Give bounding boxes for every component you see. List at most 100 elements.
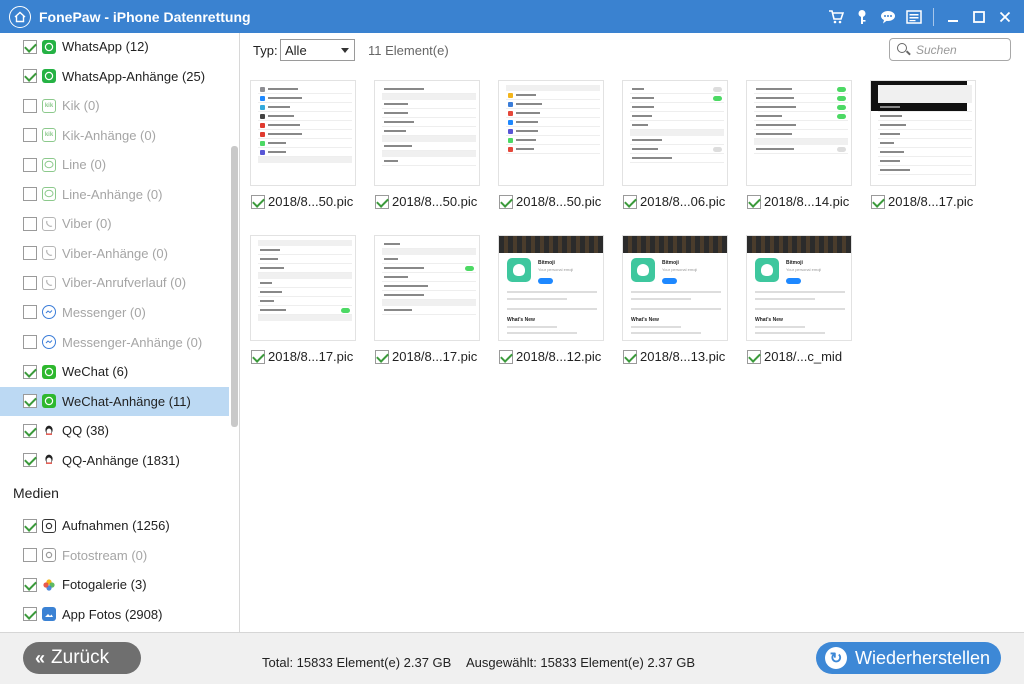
type-select-value: Alle [285, 43, 307, 58]
item-checkbox[interactable] [23, 305, 37, 320]
file-thumbnail[interactable] [374, 235, 480, 341]
file-tile[interactable]: Bitmoji Your personal emoji What's New 2018… [746, 235, 854, 364]
item-checkbox[interactable] [23, 453, 37, 468]
restore-button[interactable]: ↻ Wiederherstellen [816, 642, 1001, 674]
item-checkbox[interactable] [23, 518, 37, 533]
sidebar-item[interactable]: WeChat-Anhänge (11) [0, 386, 229, 416]
item-checkbox[interactable] [23, 607, 37, 622]
sidebar-item-label: WhatsApp-Anhänge (25) [62, 68, 206, 84]
whatsapp-icon [42, 69, 56, 84]
file-thumbnail[interactable] [374, 80, 480, 186]
file-tile[interactable]: 2018/8...17.pic [374, 235, 482, 364]
sidebar-item[interactable]: Viber-Anhänge (0) [0, 239, 229, 268]
sidebar-item[interactable]: Line (0) [0, 150, 229, 179]
item-checkbox[interactable] [23, 394, 37, 409]
file-thumbnail[interactable]: Bitmoji Your personal emoji What's New [498, 235, 604, 341]
chat-icon[interactable] [875, 10, 901, 24]
sidebar-item[interactable]: kik Kik-Anhänge (0) [0, 121, 229, 150]
file-thumbnail[interactable] [250, 80, 356, 186]
minimize-icon[interactable] [940, 11, 966, 23]
file-thumbnail[interactable]: Bitmoji Your personal emoji What's New [622, 235, 728, 341]
sidebar-item[interactable]: Messenger-Anhänge (0) [0, 328, 229, 357]
file-thumbnail[interactable] [498, 80, 604, 186]
file-checkbox[interactable] [375, 194, 389, 209]
file-thumbnail[interactable] [622, 80, 728, 186]
home-icon[interactable] [9, 5, 31, 28]
file-name: 2018/8...50.pic [392, 194, 478, 209]
file-tile[interactable]: 2018/8...50.pic [498, 80, 606, 209]
file-tile[interactable]: 2018/8...50.pic [374, 80, 482, 209]
sidebar-item[interactable]: Viber (0) [0, 209, 229, 238]
sidebar-item[interactable]: WhatsApp-Anhänge (25) [0, 62, 229, 91]
sidebar-item-label: Viber (0) [62, 216, 112, 232]
item-checkbox[interactable] [23, 246, 37, 261]
file-checkbox[interactable] [499, 194, 513, 209]
file-tile[interactable]: 2018/8...06.pic [622, 80, 730, 209]
sidebar-item[interactable]: Viber-Anrufverlauf (0) [0, 268, 229, 297]
item-checkbox[interactable] [23, 548, 37, 563]
item-checkbox[interactable] [23, 187, 37, 202]
file-tile[interactable]: Bitmoji Your personal emoji What's New 2018… [498, 235, 606, 364]
file-checkbox[interactable] [375, 349, 389, 364]
file-name: 2018/8...17.pic [392, 349, 478, 364]
sidebar-item[interactable]: QQ-Anhänge (1831) [0, 446, 229, 475]
cart-icon[interactable] [823, 9, 849, 24]
file-tile[interactable]: Bitmoji Your personal emoji What's New 2018… [622, 235, 730, 364]
search-icon [897, 43, 907, 53]
file-thumbnail[interactable]: Bitmoji Your personal emoji What's New [746, 235, 852, 341]
file-tile[interactable]: 2018/8...17.pic [250, 235, 358, 364]
sidebar-item[interactable]: Fotogalerie (3) [0, 570, 229, 599]
key-icon[interactable] [849, 9, 875, 25]
file-thumbnail[interactable] [746, 80, 852, 186]
file-tile[interactable]: 2018/8...14.pic [746, 80, 854, 209]
item-checkbox[interactable] [23, 364, 37, 379]
close-icon[interactable] [992, 11, 1018, 23]
sidebar-item[interactable]: WhatsApp (12) [0, 33, 229, 61]
sidebar-item-label: Kik (0) [62, 98, 100, 114]
line-icon [42, 157, 56, 172]
file-checkbox[interactable] [499, 349, 513, 364]
file-checkbox[interactable] [747, 194, 761, 209]
sidebar-item[interactable]: Aufnahmen (1256) [0, 511, 229, 540]
item-checkbox[interactable] [23, 98, 37, 113]
file-checkbox[interactable] [251, 349, 265, 364]
sidebar-item-label: Viber-Anrufverlauf (0) [62, 275, 187, 291]
item-checkbox[interactable] [23, 39, 37, 54]
sidebar-item-label: Line (0) [62, 157, 107, 173]
sidebar-item[interactable]: WeChat (6) [0, 357, 229, 386]
sidebar-item[interactable]: kik Kik (0) [0, 91, 229, 120]
item-checkbox[interactable] [23, 335, 37, 349]
maximize-icon[interactable] [966, 10, 992, 23]
file-caption: 2018/8...14.pic [746, 194, 854, 209]
sidebar-item[interactable]: QQ (38) [0, 416, 229, 445]
item-checkbox[interactable] [23, 275, 37, 290]
file-checkbox[interactable] [623, 349, 637, 364]
file-tile[interactable]: 2018/8...50.pic [250, 80, 358, 209]
item-checkbox[interactable] [23, 577, 37, 592]
sidebar-item[interactable]: Messenger (0) [0, 298, 229, 327]
sidebar-item[interactable]: Line-Anhänge (0) [0, 180, 229, 209]
file-tile[interactable]: 2018/8...17.pic [870, 80, 978, 209]
file-checkbox[interactable] [747, 349, 761, 364]
sidebar-item-label: QQ-Anhänge (1831) [62, 452, 180, 468]
file-thumbnail[interactable] [870, 80, 976, 186]
search-input[interactable]: Suchen [889, 38, 1011, 61]
sidebar-item[interactable]: Fotostream (0) [0, 541, 229, 570]
sidebar-scrollbar[interactable] [231, 146, 238, 427]
file-thumbnail[interactable] [250, 235, 356, 341]
file-name: 2018/...c_mid [764, 349, 843, 364]
item-checkbox[interactable] [23, 128, 37, 143]
file-checkbox[interactable] [871, 194, 885, 209]
file-checkbox[interactable] [251, 194, 265, 209]
item-checkbox[interactable] [23, 423, 37, 438]
back-button[interactable]: « Zurück [23, 642, 141, 674]
register-icon[interactable] [901, 9, 927, 24]
sidebar-item[interactable]: App Fotos (2908) [0, 600, 229, 629]
image-icon [42, 607, 56, 622]
type-select[interactable]: Alle [280, 39, 355, 61]
item-checkbox[interactable] [23, 69, 37, 84]
item-checkbox[interactable] [23, 157, 37, 172]
item-checkbox[interactable] [23, 216, 37, 231]
file-name: 2018/8...17.pic [268, 349, 354, 364]
file-checkbox[interactable] [623, 194, 637, 209]
